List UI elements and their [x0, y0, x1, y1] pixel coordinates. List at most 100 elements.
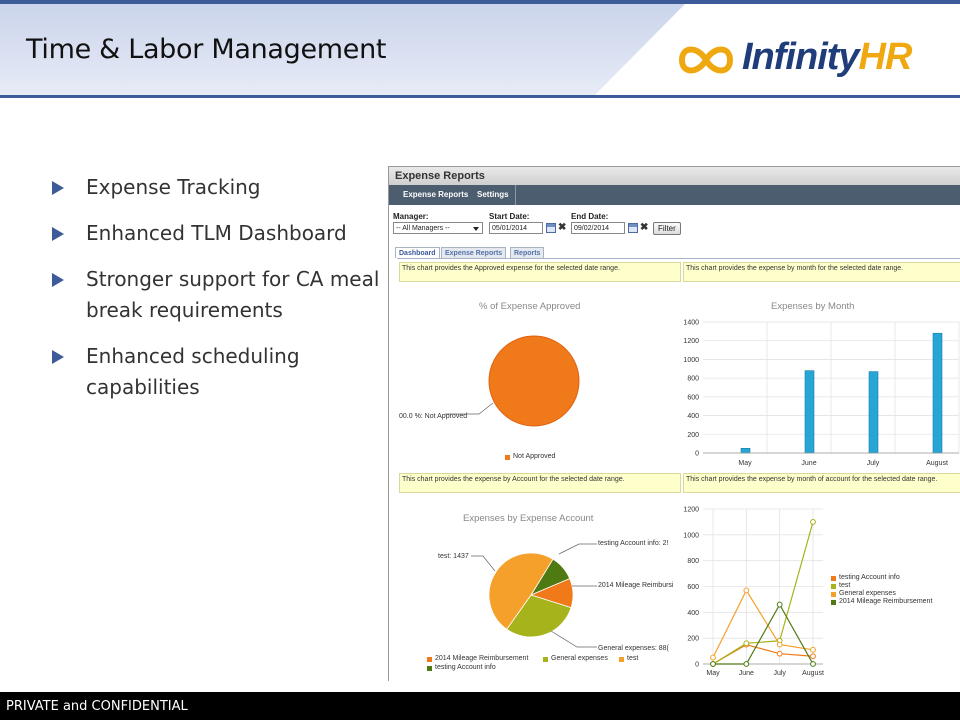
feature-bullet-list: Expense Tracking Enhanced TLM Dashboard …: [50, 172, 380, 418]
calendar-icon[interactable]: [546, 223, 556, 233]
bullet-text: Enhanced TLM Dashboard: [86, 221, 347, 245]
tab-expense-reports[interactable]: Expense Reports: [441, 247, 507, 258]
pie3-legend-testing: testing Account info: [427, 664, 496, 671]
x-tick-label: August: [926, 460, 948, 467]
legend-swatch: [427, 657, 432, 662]
manager-select[interactable]: -- All Managers --: [393, 222, 483, 234]
x-tick-label: June: [739, 670, 754, 677]
bullet-arrow-icon: [52, 227, 64, 241]
app-window-title: Expense Reports: [389, 167, 960, 185]
bullet-item: Enhanced TLM Dashboard: [50, 218, 380, 249]
nav-expense-reports[interactable]: Expense Reports: [403, 185, 468, 205]
pie-leader-line: [471, 555, 496, 572]
data-point: [810, 661, 816, 667]
x-tick-label: July: [867, 460, 880, 467]
bar: [868, 371, 879, 454]
bullet-item: Enhanced scheduling capabilities: [50, 341, 380, 403]
y-tick-label: 200: [687, 636, 699, 643]
bullet-item: Stronger support for CA meal break requi…: [50, 264, 380, 326]
y-tick-label: 1000: [683, 357, 699, 364]
tab-underline: [397, 258, 960, 259]
calendar-icon[interactable]: [628, 223, 638, 233]
slide-header: Time & Labor Management InfinityHR: [0, 0, 960, 98]
x-tick-label: May: [706, 670, 720, 677]
pie1-data-label: 00.0 %: Not Approved: [399, 413, 468, 420]
x-tick-label: June: [801, 460, 816, 467]
expenses-by-month-account-line-chart: 1200 1000 800 600 400 200 0 May June July August: [683, 507, 824, 678]
y-tick-label: 800: [687, 558, 699, 565]
end-date-input[interactable]: 09/02/2014: [571, 222, 625, 234]
data-point: [810, 519, 816, 525]
app-navbar: Expense Reports Settings: [389, 185, 960, 205]
pie3-label-mileage: 2014 Mileage Reimbursi: [598, 582, 674, 589]
data-point: [743, 587, 750, 594]
start-date-input[interactable]: 05/01/2014: [489, 222, 543, 234]
data-point: [776, 641, 783, 648]
y-tick-label: 1200: [683, 507, 699, 514]
info-by-account: This chart provides the expense by Accou…: [399, 473, 681, 493]
bar: [932, 332, 943, 454]
y-tick-label: 0: [695, 451, 699, 458]
filter-button[interactable]: Filter: [653, 222, 681, 235]
y-tick-label: 200: [687, 432, 699, 439]
infinityhr-logo: InfinityHR: [676, 36, 956, 86]
pie3-legend-mileage: 2014 Mileage Reimbursement: [427, 655, 528, 662]
nav-settings[interactable]: Settings: [477, 185, 509, 205]
tab-dashboard[interactable]: Dashboard: [395, 247, 440, 258]
bullet-arrow-icon: [52, 350, 64, 364]
header-bottom-rule: [0, 95, 960, 98]
slide-footer: PRIVATE and CONFIDENTIAL: [0, 692, 960, 720]
manager-label: Manager:: [393, 212, 429, 221]
bullet-text: Enhanced scheduling capabilities: [86, 344, 300, 399]
slide-title: Time & Labor Management: [26, 34, 387, 65]
expenses-by-month-bar-chart: 1400 1200 1000 800 600 400 200 0 May June July Augu…: [683, 320, 960, 467]
chevron-down-icon: [473, 227, 479, 231]
bullet-arrow-icon: [52, 181, 64, 195]
footer-confidential: PRIVATE and CONFIDENTIAL: [6, 699, 188, 714]
pie3-label-test: test: 1437: [438, 553, 469, 560]
data-point: [743, 640, 750, 647]
y-tick-label: 1200: [683, 338, 699, 345]
y-tick-label: 600: [687, 394, 699, 401]
data-point: [776, 650, 783, 657]
legend-swatch: [427, 666, 432, 671]
header-top-rule: [0, 0, 960, 4]
pie3-label-general: General expenses: 88(: [598, 645, 669, 652]
bullet-arrow-icon: [52, 273, 64, 287]
line-legend-test: test: [831, 582, 850, 589]
info-approved: This chart provides the Approved expense…: [399, 262, 681, 282]
pie-leader-line: [558, 543, 597, 555]
pie3-legend-general: General expenses: [543, 655, 608, 662]
end-date-label: End Date:: [571, 212, 609, 221]
line-legend-general: General expenses: [831, 590, 896, 597]
bullet-text: Stronger support for CA meal break requi…: [86, 267, 380, 322]
x-tick-label: May: [738, 460, 752, 467]
bar: [804, 370, 815, 454]
data-point: [810, 646, 816, 653]
data-point: [710, 661, 716, 667]
approved-pie-chart: [445, 335, 580, 427]
info-by-month-account: This chart provides the expense by month…: [683, 473, 960, 493]
clear-x-icon[interactable]: ✖: [640, 223, 648, 233]
y-tick-label: 600: [687, 584, 699, 591]
y-tick-label: 800: [687, 376, 699, 383]
y-tick-label: 0: [695, 662, 699, 669]
bullet-item: Expense Tracking: [50, 172, 380, 203]
x-tick-label: July: [773, 670, 786, 677]
series-line: [712, 589, 814, 658]
pie1-legend-item: Not Approved: [505, 453, 555, 460]
clear-x-icon[interactable]: ✖: [558, 223, 566, 233]
y-tick-label: 1400: [683, 320, 699, 327]
line-legend-mileage: 2014 Mileage Reimbursement: [831, 598, 932, 605]
series-line: [712, 521, 814, 665]
expense-reports-app: Expense Reports Expense Reports Settings…: [388, 166, 960, 681]
data-point: [776, 601, 783, 608]
data-point: [710, 654, 716, 661]
start-date-label: Start Date:: [489, 212, 530, 221]
bullet-text: Expense Tracking: [86, 175, 261, 199]
pie-leader-line: [550, 630, 597, 648]
tab-reports[interactable]: Reports: [510, 247, 545, 258]
bar: [740, 448, 751, 454]
pie-slice: [488, 335, 580, 427]
legend-swatch: [619, 657, 624, 662]
